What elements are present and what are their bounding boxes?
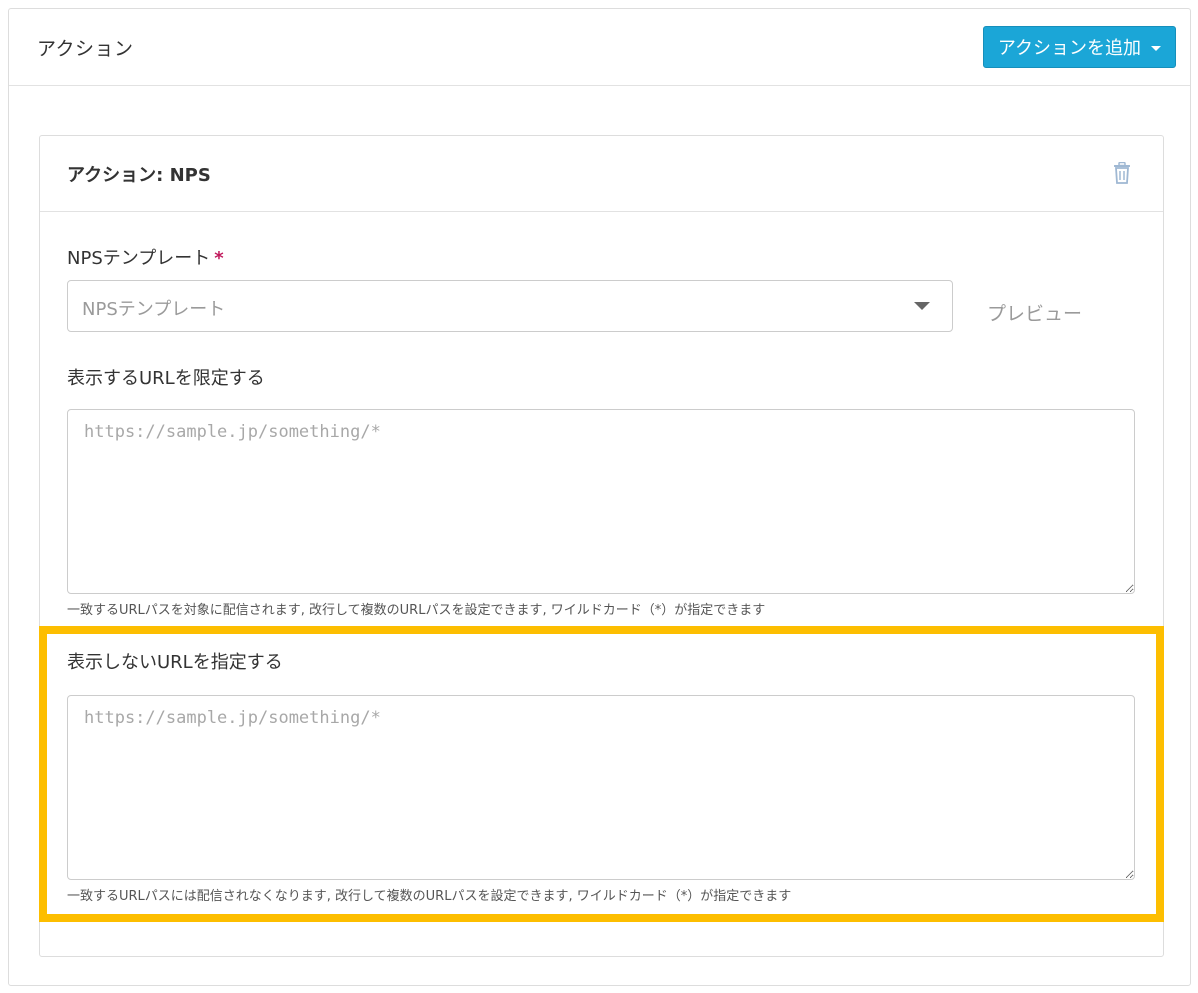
- preview-link[interactable]: プレビュー: [987, 299, 1082, 326]
- nps-template-label-text: NPSテンプレート: [67, 248, 211, 269]
- action-card: アクション: NPS NPSテンプレート * NPSテンプレート プレビュー 表示…: [39, 135, 1164, 957]
- nps-template-select-placeholder: NPSテンプレート: [82, 299, 226, 320]
- add-action-button[interactable]: アクションを追加: [982, 26, 1176, 68]
- actions-panel-header: アクション アクションを追加: [9, 9, 1190, 86]
- trash-icon[interactable]: [1113, 162, 1131, 184]
- actions-panel: アクション アクションを追加 アクション: NPS NPSテンプレート * NPS…: [8, 8, 1191, 986]
- caret-down-icon: [1151, 46, 1161, 51]
- chevron-down-icon: [914, 302, 930, 310]
- action-card-title: アクション: NPS: [67, 165, 211, 186]
- exclude-urls-help: 一致するURLパスには配信されなくなります, 改行して複数のURLパスを設定でき…: [67, 889, 792, 904]
- exclude-urls-textarea[interactable]: [67, 695, 1135, 880]
- nps-template-select[interactable]: NPSテンプレート: [67, 280, 953, 332]
- include-urls-textarea[interactable]: [67, 409, 1135, 594]
- action-card-header: アクション: NPS: [40, 136, 1163, 212]
- add-action-button-label: アクションを追加: [997, 38, 1141, 59]
- required-mark: *: [214, 248, 224, 269]
- include-urls-label: 表示するURLを限定する: [67, 368, 265, 389]
- include-urls-help: 一致するURLパスを対象に配信されます, 改行して複数のURLパスを設定できます…: [67, 603, 766, 618]
- actions-panel-title: アクション: [37, 38, 134, 60]
- exclude-urls-label: 表示しないURLを指定する: [67, 652, 283, 673]
- nps-template-label: NPSテンプレート *: [67, 244, 224, 270]
